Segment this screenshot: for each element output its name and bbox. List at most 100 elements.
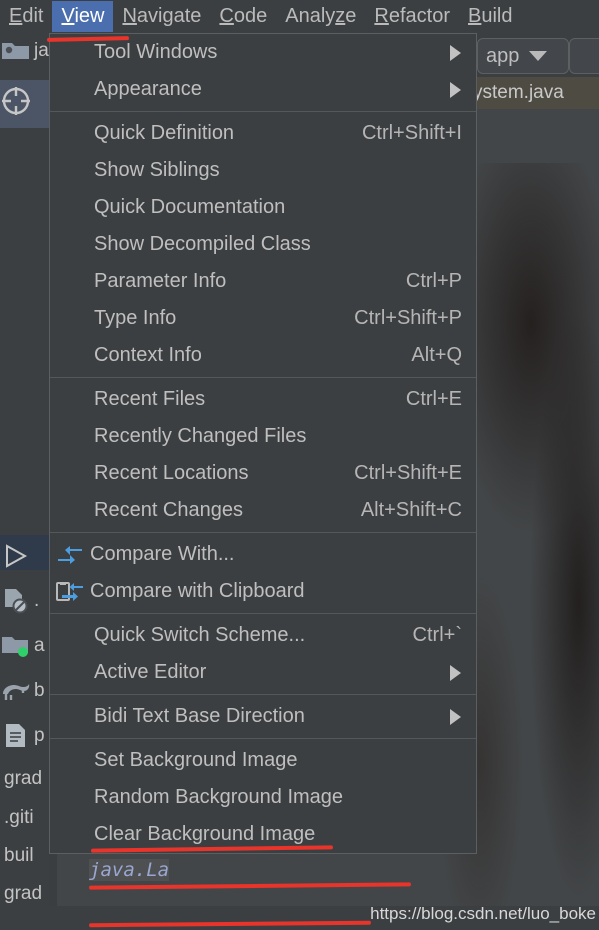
menu-item-shortcut: Ctrl+E: [405, 388, 462, 410]
run-config-combo[interactable]: [569, 38, 599, 74]
menu-separator: [50, 738, 476, 739]
compare-icon: [50, 545, 90, 564]
compare-clipboard-icon: [56, 581, 83, 601]
folder-icon: [0, 40, 32, 62]
project-tree-item[interactable]: [0, 541, 49, 571]
menubar-item-edit[interactable]: Edit: [0, 1, 52, 32]
project-tree-item[interactable]: [0, 86, 49, 116]
menu-item-recent-locations[interactable]: Recent Locations Ctrl+Shift+E: [50, 455, 476, 492]
menu-item-recently-changed-files[interactable]: Recently Changed Files: [50, 418, 476, 455]
chevron-right-icon: [450, 664, 461, 681]
menu-separator: [50, 532, 476, 533]
project-tree-item-label: p: [34, 725, 45, 746]
menu-item-compare-with[interactable]: Compare With...: [50, 536, 476, 573]
project-tree-item-label: .giti: [4, 807, 34, 828]
project-tree-item[interactable]: .: [0, 586, 49, 616]
menu-item-recent-files[interactable]: Recent Files Ctrl+E: [50, 381, 476, 418]
project-tool-window[interactable]: ja. a b p grad .giti buil grad: [0, 33, 49, 930]
menu-item-appearance[interactable]: Appearance: [50, 71, 476, 108]
module-selector-label: app: [486, 44, 520, 67]
menubar-item-code[interactable]: Code: [210, 1, 276, 32]
project-tree-item-label: grad: [4, 768, 43, 789]
menu-separator: [50, 377, 476, 378]
chevron-down-icon: [529, 51, 548, 61]
menu-item-label: Context Info: [94, 344, 202, 366]
menu-item-label: Active Editor: [94, 661, 207, 683]
menubar-item-build[interactable]: Build: [459, 1, 521, 32]
menu-item-random-background-image[interactable]: Random Background Image: [50, 779, 476, 816]
menu-item-label: Appearance: [94, 78, 202, 100]
project-tree-item-label: a: [34, 635, 45, 656]
compare-icon: [58, 545, 82, 564]
chevron-right-icon: [450, 44, 461, 61]
menu-item-label: Tool Windows: [94, 41, 218, 63]
menu-item-label: Bidi Text Base Direction: [94, 705, 305, 727]
project-tree-item-label: b: [34, 680, 45, 701]
menu-item-label: Quick Documentation: [94, 196, 286, 218]
menu-item-context-info[interactable]: Context Info Alt+Q: [50, 337, 476, 374]
menu-item-parameter-info[interactable]: Parameter Info Ctrl+P: [50, 263, 476, 300]
project-tree-item[interactable]: p: [0, 721, 49, 751]
menu-item-recent-changes[interactable]: Recent Changes Alt+Shift+C: [50, 492, 476, 529]
menu-item-label: Set Background Image: [94, 749, 298, 771]
chevron-right-icon: [450, 708, 461, 725]
editor-tab-system-java[interactable]: ystem.java: [467, 77, 599, 109]
view-dropdown-menu[interactable]: Tool Windows Appearance Quick Definition Ct…: [49, 33, 477, 854]
document-icon: [0, 723, 32, 749]
menubar-item-label: Code: [219, 5, 268, 27]
menu-item-quick-definition[interactable]: Quick Definition Ctrl+Shift+I: [50, 115, 476, 152]
folder-green-icon: [0, 634, 32, 658]
menu-item-clear-background-image[interactable]: Clear Background Image: [50, 816, 476, 853]
target-icon: [0, 86, 32, 116]
project-tree-item[interactable]: ja: [0, 36, 49, 66]
project-tree-item[interactable]: grad: [0, 879, 49, 909]
project-tree-item[interactable]: a: [0, 631, 49, 661]
menu-item-shortcut: Alt+Shift+C: [360, 499, 462, 521]
menu-item-compare-with-clipboard[interactable]: Compare with Clipboard: [50, 573, 476, 610]
module-selector-combo[interactable]: app: [477, 38, 569, 74]
project-tree-item[interactable]: grad: [0, 764, 49, 794]
menubar-item-navigate[interactable]: Navigate: [113, 1, 210, 32]
menu-item-label: Type Info: [94, 307, 177, 329]
menu-separator: [50, 694, 476, 695]
menu-item-label: Recent Locations: [94, 462, 249, 484]
project-tree-item[interactable]: b: [0, 676, 49, 706]
menu-item-label: Recent Changes: [94, 499, 243, 521]
menu-item-shortcut: Ctrl+Shift+I: [361, 122, 462, 144]
menubar-item-analyze[interactable]: Analyze: [276, 1, 365, 32]
menu-separator: [50, 613, 476, 614]
menu-item-shortcut: Ctrl+Shift+E: [354, 462, 462, 484]
menu-item-set-background-image[interactable]: Set Background Image: [50, 742, 476, 779]
project-tree-item[interactable]: buil: [0, 841, 49, 871]
project-tree-item-label: grad: [4, 883, 43, 904]
menu-item-active-editor[interactable]: Active Editor: [50, 654, 476, 691]
menu-item-bidi-text-base-direction[interactable]: Bidi Text Base Direction: [50, 698, 476, 735]
project-tree-item-label: buil: [4, 845, 34, 866]
menu-item-label: Random Background Image: [94, 786, 344, 808]
menu-item-tool-windows[interactable]: Tool Windows: [50, 34, 476, 71]
menu-item-show-siblings[interactable]: Show Siblings: [50, 152, 476, 189]
menu-item-show-decompiled-class[interactable]: Show Decompiled Class: [50, 226, 476, 263]
menu-item-label: Quick Definition: [94, 122, 235, 144]
menu-item-quick-documentation[interactable]: Quick Documentation: [50, 189, 476, 226]
menu-item-label: Show Decompiled Class: [94, 233, 311, 255]
menubar-item-view[interactable]: View: [52, 1, 114, 32]
watermark-url: https://blog.csdn.net/luo_boke: [370, 904, 596, 923]
main-menu-bar[interactable]: Edit View Navigate Code Analyze Refactor Build: [0, 0, 599, 33]
project-tree-item-label: ja: [34, 40, 49, 61]
menu-separator: [50, 111, 476, 112]
menu-item-shortcut: Ctrl+P: [405, 270, 462, 292]
menubar-item-label: Edit: [9, 5, 44, 27]
editor-tab-label: ystem.java: [473, 82, 564, 103]
menu-item-label: Clear Background Image: [94, 823, 316, 845]
menubar-item-refactor[interactable]: Refactor: [365, 1, 459, 32]
project-tree-item[interactable]: .giti: [0, 803, 49, 833]
menu-item-type-info[interactable]: Type Info Ctrl+Shift+P: [50, 300, 476, 337]
menu-item-label: Parameter Info: [94, 270, 227, 292]
menu-item-label: Compare with Clipboard: [90, 580, 305, 602]
menubar-item-label: Analyze: [285, 5, 357, 27]
menubar-item-label: Navigate: [122, 5, 202, 27]
menu-item-shortcut: Ctrl+Shift+P: [354, 307, 462, 329]
menu-item-label: Compare With...: [90, 543, 235, 565]
menu-item-quick-switch-scheme[interactable]: Quick Switch Scheme... Ctrl+`: [50, 617, 476, 654]
